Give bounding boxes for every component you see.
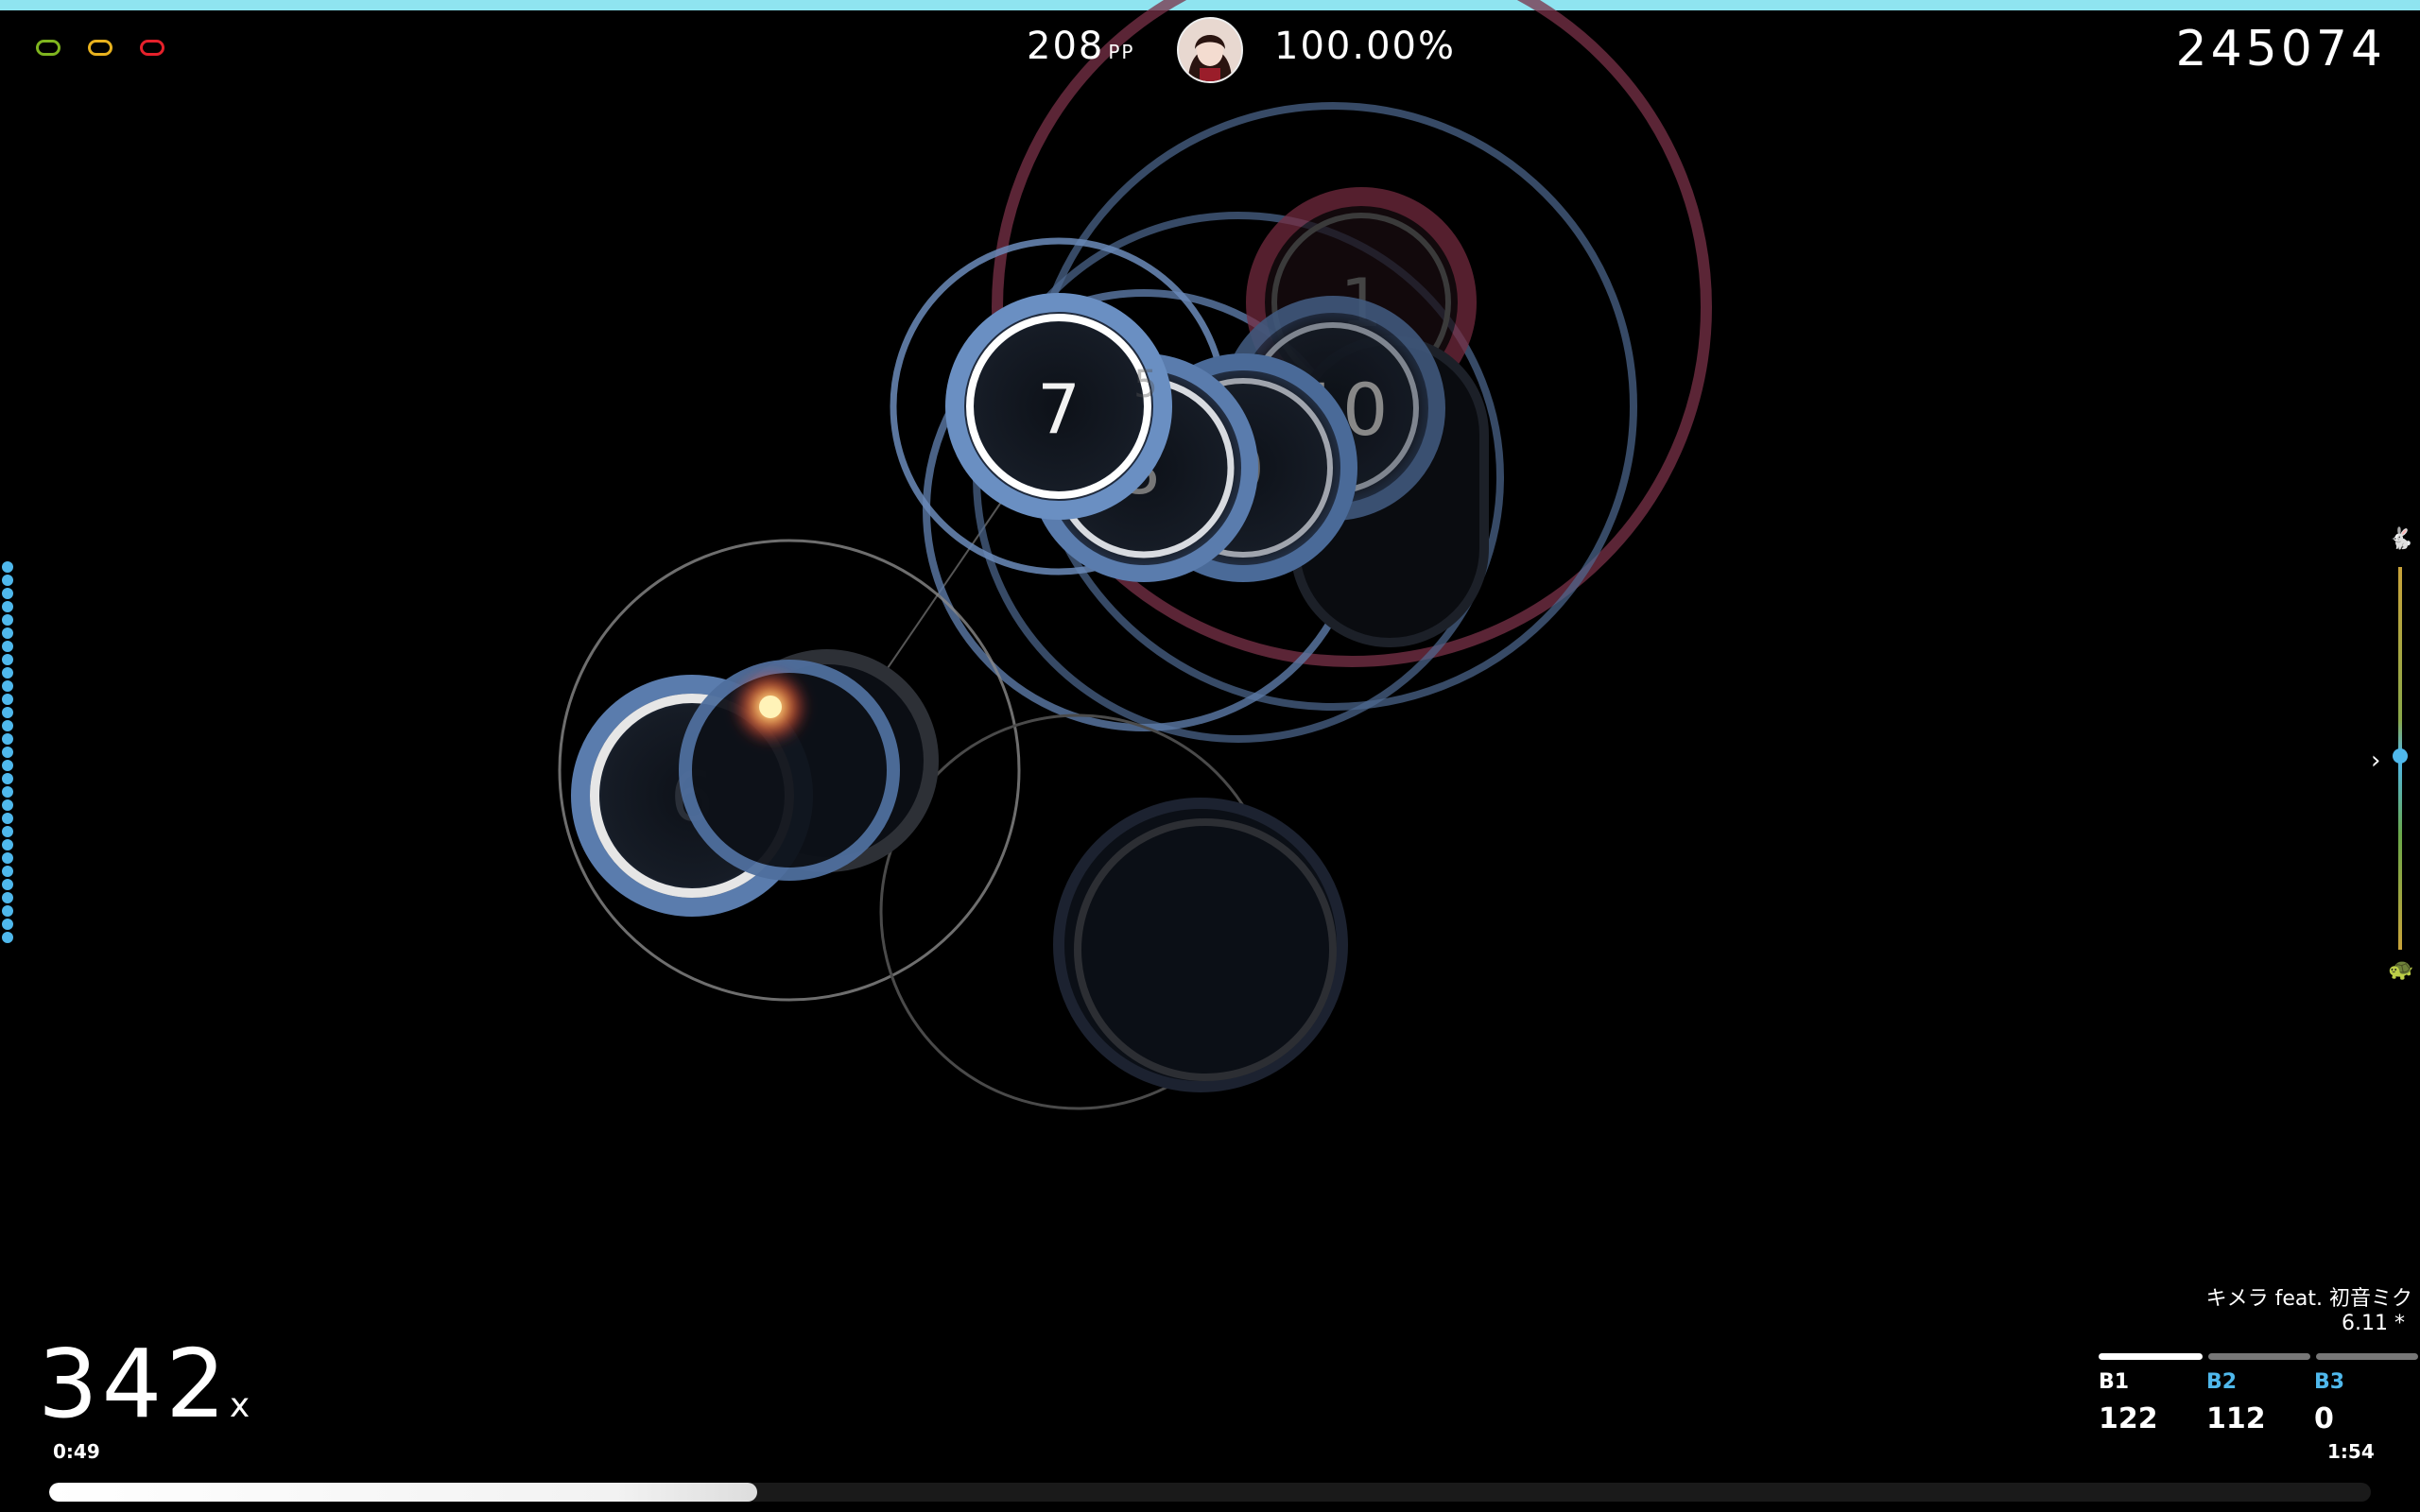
health-dot [2, 627, 13, 639]
pp-value: 208 [1027, 25, 1105, 68]
pp-unit: PP [1108, 41, 1135, 63]
time-elapsed: 0:49 [53, 1440, 100, 1463]
health-dot [2, 654, 13, 665]
health-dot [2, 694, 13, 705]
song-progress-bar[interactable] [49, 1483, 2371, 1502]
accuracy-display: 100.00% [1274, 25, 1456, 68]
health-dot [2, 561, 13, 573]
health-dot [2, 720, 13, 731]
hit-circle-faded [1053, 798, 1348, 1092]
speed-slider-knob[interactable] [2393, 748, 2408, 764]
health-dot [2, 641, 13, 652]
health-dot [2, 799, 13, 811]
bonus-bar-2 [2208, 1353, 2310, 1360]
health-dot [2, 866, 13, 877]
health-dot [2, 707, 13, 718]
bonus-bar-3 [2316, 1353, 2418, 1360]
health-dot [2, 773, 13, 784]
score-display: 245074 [2175, 21, 2386, 77]
hit-indicator-300 [36, 40, 60, 56]
health-dot [2, 879, 13, 890]
health-dot [2, 588, 13, 599]
health-dot [2, 905, 13, 917]
health-dot [2, 892, 13, 903]
health-dot [2, 733, 13, 745]
pp-counter: 208 PP [1027, 25, 1134, 68]
hit-circle-number: 7 [1037, 369, 1080, 449]
beatmap-title: キメラ feat. 初音ミク [2205, 1287, 2412, 1311]
combo-suffix: x [229, 1386, 254, 1425]
health-dot [2, 575, 13, 586]
health-dot [2, 667, 13, 679]
health-dot [2, 826, 13, 837]
combo-counter: 342x [38, 1337, 253, 1453]
bonus-value-b3: 0 [2314, 1402, 2334, 1435]
cursor [759, 696, 782, 718]
avatar-illustration [1179, 19, 1241, 81]
bonus-bar-1 [2099, 1353, 2203, 1360]
turtle-icon: 🐢 [2388, 958, 2414, 982]
health-dot [2, 760, 13, 771]
bonus-value-b2: 112 [2206, 1402, 2266, 1435]
health-dot [2, 919, 13, 930]
bonus-label-b3: B3 [2314, 1370, 2345, 1394]
health-dot [2, 932, 13, 943]
health-dot [2, 680, 13, 692]
health-dot [2, 747, 13, 758]
rabbit-icon: 🐇 [2388, 527, 2414, 551]
hit-circle-number: 5 [1133, 363, 1157, 406]
health-dot [2, 852, 13, 864]
song-progress-fill [49, 1483, 758, 1502]
health-dot [2, 786, 13, 798]
hit-indicator-miss [140, 40, 164, 56]
health-dot [2, 813, 13, 824]
time-total: 1:54 [2327, 1440, 2375, 1463]
health-dot [2, 601, 13, 612]
hit-indicator-100 [88, 40, 112, 56]
combo-value: 342 [38, 1329, 230, 1439]
bonus-label-b1: B1 [2099, 1370, 2130, 1394]
bonus-value-b1: 122 [2099, 1402, 2158, 1435]
speed-arrow-icon[interactable]: › [2371, 747, 2380, 775]
star-rating: 6.11 * [2342, 1312, 2405, 1335]
playfield[interactable]: 1 10 9 8 7 5 6 [0, 0, 2420, 1512]
health-dot [2, 839, 13, 850]
bonus-label-b2: B2 [2206, 1370, 2238, 1394]
health-bar [2, 561, 15, 951]
health-dot [2, 614, 13, 626]
player-avatar[interactable] [1177, 17, 1243, 83]
